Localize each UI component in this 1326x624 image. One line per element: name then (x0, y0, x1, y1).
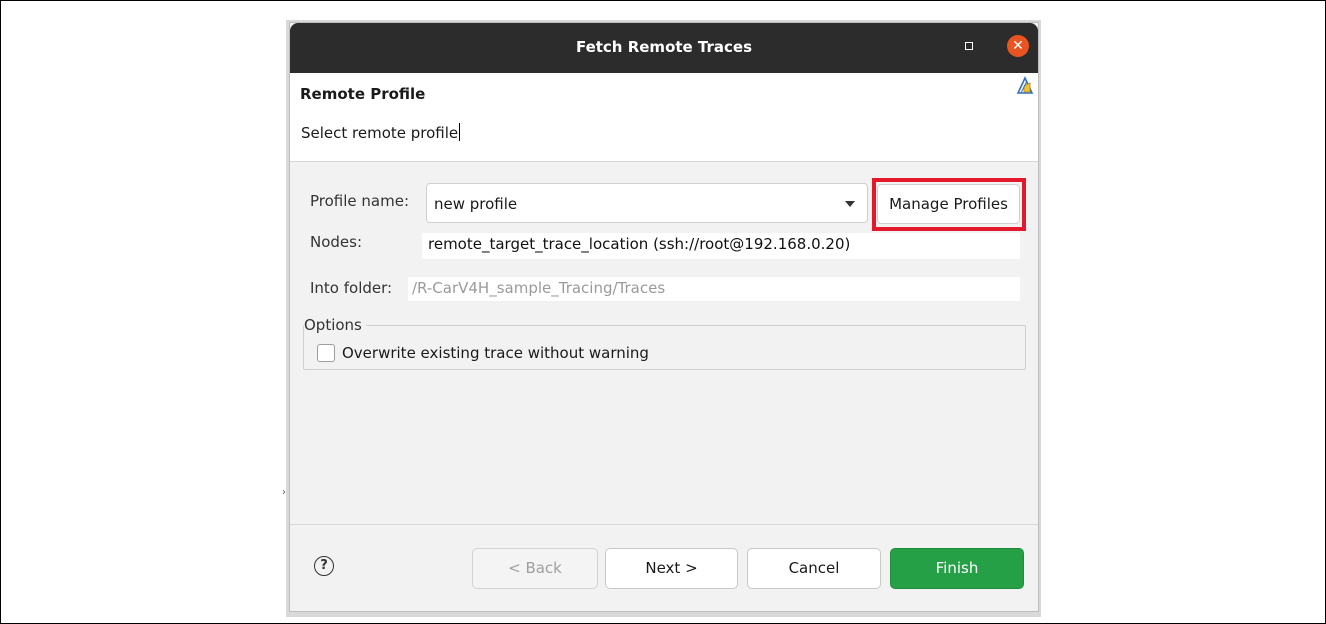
maximize-icon[interactable] (965, 42, 973, 50)
page-description: Select remote profile (301, 123, 461, 142)
back-button: < Back (472, 548, 598, 589)
profile-name-value: new profile (434, 195, 518, 213)
page-title: Remote Profile (300, 85, 426, 103)
footer-divider (290, 524, 1038, 525)
dialog-titlebar: Fetch Remote Traces ✕ (290, 23, 1038, 73)
nodes-field[interactable]: remote_target_trace_location (ssh://root… (422, 233, 1020, 259)
into-folder-label: Into folder: (310, 279, 393, 297)
options-legend: Options (304, 316, 366, 334)
profile-name-label: Profile name: (310, 192, 410, 210)
into-folder-value: /R-CarV4H_sample_Tracing/Traces (412, 279, 666, 297)
wizard-header: Remote Profile Select remote profile (290, 73, 1038, 162)
nodes-value: remote_target_trace_location (ssh://root… (428, 235, 851, 253)
overwrite-checkbox[interactable] (317, 344, 335, 362)
cancel-button[interactable]: Cancel (747, 548, 881, 589)
overwrite-checkbox-label[interactable]: Overwrite existing trace without warning (342, 344, 649, 362)
background-window-edge-glyph: › (282, 487, 286, 498)
finish-button[interactable]: Finish (890, 548, 1024, 589)
dialog-title: Fetch Remote Traces (575, 38, 753, 56)
wizard-banner-icon (1016, 76, 1034, 94)
close-icon[interactable]: ✕ (1007, 35, 1029, 57)
help-icon[interactable]: ? (314, 556, 334, 576)
into-folder-field: /R-CarV4H_sample_Tracing/Traces (408, 277, 1020, 301)
profile-name-select[interactable]: new profile (426, 183, 868, 223)
next-button[interactable]: Next > (605, 548, 738, 589)
nodes-label: Nodes: (310, 233, 363, 251)
fetch-remote-traces-dialog: Fetch Remote Traces ✕ Remote Profile Sel… (289, 22, 1039, 612)
manage-profiles-button[interactable]: Manage Profiles (877, 184, 1020, 224)
chevron-down-icon[interactable] (845, 201, 855, 207)
